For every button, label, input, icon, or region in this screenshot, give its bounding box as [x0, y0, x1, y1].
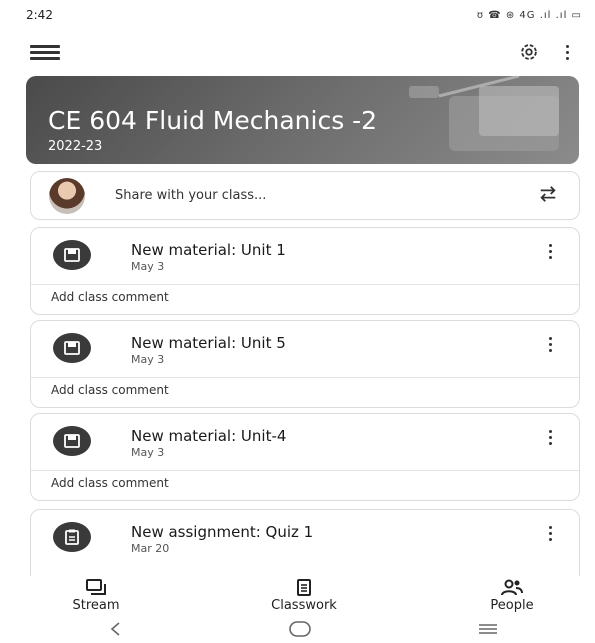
tab-stream-label: Stream	[72, 598, 120, 613]
more-vertical-icon[interactable]	[545, 526, 555, 541]
add-comment-link[interactable]: Add class comment	[51, 383, 169, 397]
status-indicators: ʊ ☎ ⊛ 4G .ıl .ıl ▭	[476, 9, 582, 21]
stream-post[interactable]: New material: Unit 5 May 3 Add class com…	[30, 320, 580, 408]
share-box[interactable]: Share with your class...	[30, 171, 580, 220]
post-date: May 3	[131, 446, 165, 459]
post-title: New material: Unit 5	[131, 334, 286, 352]
bottom-nav: Stream Classwork People	[26, 578, 582, 618]
add-comment-link[interactable]: Add class comment	[51, 476, 169, 490]
banner-illustration	[409, 76, 559, 151]
post-date: May 3	[131, 353, 165, 366]
back-icon[interactable]	[109, 621, 123, 640]
tab-people-label: People	[490, 598, 534, 613]
more-vertical-icon[interactable]	[562, 44, 572, 60]
tab-people[interactable]: People	[442, 578, 582, 618]
people-icon	[501, 579, 523, 596]
class-title: CE 604 Fluid Mechanics -2	[48, 106, 378, 135]
hamburger-icon[interactable]	[30, 42, 60, 62]
status-time: 2:42	[26, 8, 53, 22]
recents-icon[interactable]	[477, 621, 499, 640]
tab-classwork[interactable]: Classwork	[234, 578, 374, 618]
post-title: New material: Unit 1	[131, 241, 286, 259]
material-icon	[53, 426, 91, 456]
post-title: New assignment: Quiz 1	[131, 523, 314, 541]
tab-stream[interactable]: Stream	[26, 578, 166, 618]
post-date: May 3	[131, 260, 165, 273]
material-icon	[53, 333, 91, 363]
tab-classwork-label: Classwork	[271, 598, 337, 613]
gear-icon[interactable]	[518, 41, 540, 63]
stream-post[interactable]: New material: Unit 1 May 3 Add class com…	[30, 227, 580, 315]
stream-post[interactable]: New assignment: Quiz 1 Mar 20	[30, 509, 580, 576]
add-comment-link[interactable]: Add class comment	[51, 290, 169, 304]
home-icon[interactable]	[289, 620, 311, 641]
classwork-icon	[297, 579, 311, 596]
app-bar	[26, 30, 582, 74]
share-input[interactable]: Share with your class...	[115, 188, 537, 203]
post-date: Mar 20	[131, 542, 170, 555]
material-icon	[53, 240, 91, 270]
more-vertical-icon[interactable]	[545, 337, 555, 352]
system-nav-bar	[26, 618, 582, 643]
class-banner[interactable]: CE 604 Fluid Mechanics -2 2022-23	[26, 76, 579, 164]
status-bar: 2:42 ʊ ☎ ⊛ 4G .ıl .ıl ▭	[26, 0, 582, 30]
avatar	[49, 177, 85, 214]
stream-icon	[86, 579, 106, 595]
more-vertical-icon[interactable]	[545, 430, 555, 445]
post-title: New material: Unit-4	[131, 427, 287, 445]
stream-post[interactable]: New material: Unit-4 May 3 Add class com…	[30, 413, 580, 501]
more-vertical-icon[interactable]	[545, 244, 555, 259]
repost-icon[interactable]	[537, 184, 559, 208]
class-year: 2022-23	[48, 139, 103, 154]
assignment-icon	[53, 522, 91, 552]
